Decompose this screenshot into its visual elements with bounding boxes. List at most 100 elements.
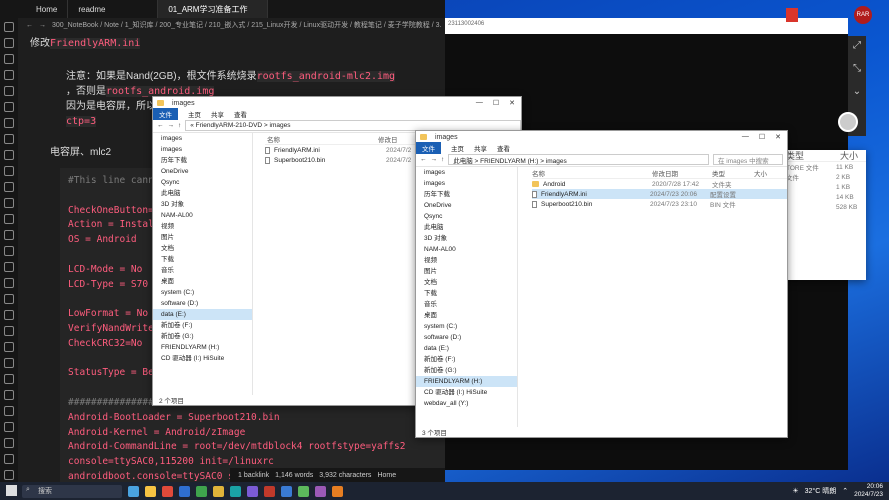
forward-icon[interactable]: → bbox=[39, 22, 46, 29]
ribbon-icon[interactable] bbox=[4, 70, 14, 80]
taskbar-app-icon[interactable] bbox=[213, 485, 224, 497]
tab-readme[interactable]: readme bbox=[68, 0, 159, 18]
taskbar-app-icon[interactable] bbox=[230, 485, 241, 497]
tab-share[interactable]: 共享 bbox=[211, 109, 224, 119]
ribbon-icon[interactable] bbox=[4, 118, 14, 128]
nav-item[interactable]: 历年下载 bbox=[153, 155, 252, 166]
ribbon-icon[interactable] bbox=[4, 198, 14, 208]
file-row[interactable]: 1 KB bbox=[786, 182, 866, 192]
col-name[interactable]: 名称 bbox=[267, 134, 280, 144]
col-size[interactable]: 大小 bbox=[840, 149, 858, 162]
ribbon-icon[interactable] bbox=[4, 422, 14, 432]
nav-item[interactable]: 新加卷 (F:) bbox=[153, 320, 252, 331]
ribbon-icon[interactable] bbox=[4, 150, 14, 160]
ribbon-icon[interactable] bbox=[4, 134, 14, 144]
file-row[interactable]: 14 KB bbox=[786, 192, 866, 202]
file-explorer-icon[interactable] bbox=[145, 485, 156, 497]
tab-home[interactable]: 主页 bbox=[188, 109, 201, 119]
nav-item[interactable]: 新加卷 (G:) bbox=[416, 365, 517, 376]
nav-item[interactable]: 历年下载 bbox=[416, 189, 517, 200]
ribbon-icon[interactable] bbox=[4, 22, 14, 32]
taskbar-app-icon[interactable] bbox=[264, 485, 275, 497]
nav-item[interactable]: 桌面 bbox=[416, 310, 517, 321]
ribbon-icon[interactable] bbox=[4, 166, 14, 176]
ribbon-icon[interactable] bbox=[4, 86, 14, 96]
minimize-icon[interactable]: — bbox=[742, 133, 749, 141]
nav-item[interactable]: 图片 bbox=[416, 266, 517, 277]
nav-item[interactable]: NAM-AL00 bbox=[153, 210, 252, 221]
close-icon[interactable]: ✕ bbox=[775, 133, 781, 141]
search-input[interactable]: 在 images 中搜索 bbox=[713, 154, 783, 165]
start-icon[interactable] bbox=[6, 485, 17, 496]
ribbon-icon[interactable] bbox=[4, 182, 14, 192]
back-icon[interactable]: ← bbox=[420, 156, 427, 163]
ribbon-icon[interactable] bbox=[4, 214, 14, 224]
tab-view[interactable]: 查看 bbox=[497, 143, 510, 153]
weather-text[interactable]: 32°C 晴朗 bbox=[805, 486, 837, 496]
taskbar-app-icon[interactable] bbox=[179, 485, 190, 497]
ribbon-icon[interactable] bbox=[4, 102, 14, 112]
nav-item[interactable]: 视频 bbox=[416, 255, 517, 266]
nav-item[interactable]: 视频 bbox=[153, 221, 252, 232]
ribbon-icon[interactable] bbox=[4, 262, 14, 272]
ribbon-icon[interactable] bbox=[4, 374, 14, 384]
nav-item[interactable]: 音乐 bbox=[153, 265, 252, 276]
nav-item[interactable]: images bbox=[153, 133, 252, 144]
nav-item[interactable]: 文档 bbox=[153, 243, 252, 254]
tab-home[interactable]: 主页 bbox=[451, 143, 464, 153]
col-type[interactable]: 类型 bbox=[786, 149, 804, 162]
app-icon[interactable] bbox=[838, 112, 858, 132]
file-row[interactable]: 文件 2 KB bbox=[786, 172, 866, 183]
ribbon-icon[interactable] bbox=[4, 326, 14, 336]
taskbar-app-icon[interactable] bbox=[162, 485, 173, 497]
nav-item[interactable]: 新加卷 (F:) bbox=[416, 354, 517, 365]
maximize-icon[interactable]: ☐ bbox=[493, 99, 499, 107]
tab-view[interactable]: 查看 bbox=[234, 109, 247, 119]
weather-icon[interactable]: ☀ bbox=[792, 487, 798, 495]
search-box[interactable]: ⌕ 搜索 bbox=[22, 484, 122, 498]
ribbon-icon[interactable] bbox=[4, 438, 14, 448]
forward-icon[interactable]: → bbox=[168, 122, 175, 129]
file-row[interactable]: Superboot210.bin 2024/7/23 23:10 BIN 文件 bbox=[532, 199, 787, 209]
nav-item[interactable]: data (E:) bbox=[416, 343, 517, 354]
nav-item[interactable]: images bbox=[416, 167, 517, 178]
chevron-down-icon[interactable]: ⌄ bbox=[853, 86, 861, 97]
nav-item[interactable]: CD 驱动器 (I:) HiSuite bbox=[416, 387, 517, 398]
nav-item[interactable]: 桌面 bbox=[153, 276, 252, 287]
taskbar-app-icon[interactable] bbox=[332, 485, 343, 497]
nav-item[interactable]: webdav_all (Y:) bbox=[416, 398, 517, 409]
ribbon-icon[interactable] bbox=[4, 358, 14, 368]
nav-item[interactable]: OneDrive bbox=[416, 200, 517, 211]
nav-item[interactable]: CD 驱动器 (I:) HiSuite bbox=[153, 353, 252, 364]
tab-file[interactable]: 文件 bbox=[153, 108, 178, 120]
nav-item[interactable]: 此电脑 bbox=[153, 188, 252, 199]
nav-item[interactable]: 3D 对象 bbox=[416, 233, 517, 244]
col-type[interactable]: 类型 bbox=[712, 168, 754, 178]
obsidian-icon[interactable] bbox=[247, 485, 258, 497]
pdf-icon[interactable] bbox=[786, 8, 798, 22]
nav-item[interactable]: FRIENDLYARM (H:) bbox=[416, 376, 517, 387]
col-date[interactable]: 修改日 bbox=[378, 134, 398, 144]
ribbon-icon[interactable] bbox=[4, 38, 14, 48]
taskbar-app-icon[interactable] bbox=[196, 485, 207, 497]
ribbon-icon[interactable] bbox=[4, 230, 14, 240]
nav-item[interactable]: software (D:) bbox=[416, 332, 517, 343]
tab-share[interactable]: 共享 bbox=[474, 143, 487, 153]
breadcrumb-path[interactable]: 300_NoteBook / Note / 1_知识库 / 200_专业笔记 /… bbox=[52, 20, 441, 30]
ribbon-icon[interactable] bbox=[4, 342, 14, 352]
ribbon-icon[interactable] bbox=[4, 406, 14, 416]
taskbar-app-icon[interactable] bbox=[128, 485, 139, 497]
chevron-up-icon[interactable]: ⌃ bbox=[842, 487, 848, 495]
nav-item[interactable]: 3D 对象 bbox=[153, 199, 252, 210]
wechat-icon[interactable] bbox=[298, 485, 309, 497]
col-size[interactable]: 大小 bbox=[754, 168, 767, 178]
col-date[interactable]: 修改日期 bbox=[652, 168, 712, 178]
ribbon-icon[interactable] bbox=[4, 294, 14, 304]
nav-item[interactable]: 文档 bbox=[416, 277, 517, 288]
file-row[interactable]: TORE 文件 11 KB bbox=[786, 162, 866, 173]
status-backlinks[interactable]: 1 backlink bbox=[238, 472, 269, 479]
nav-item[interactable]: images bbox=[416, 178, 517, 189]
file-row[interactable]: FriendlyARM.ini 2024/7/23 20:06 配置设置 bbox=[532, 189, 787, 199]
back-icon[interactable]: ← bbox=[157, 122, 164, 129]
nav-item[interactable]: data (E:) bbox=[153, 309, 252, 320]
